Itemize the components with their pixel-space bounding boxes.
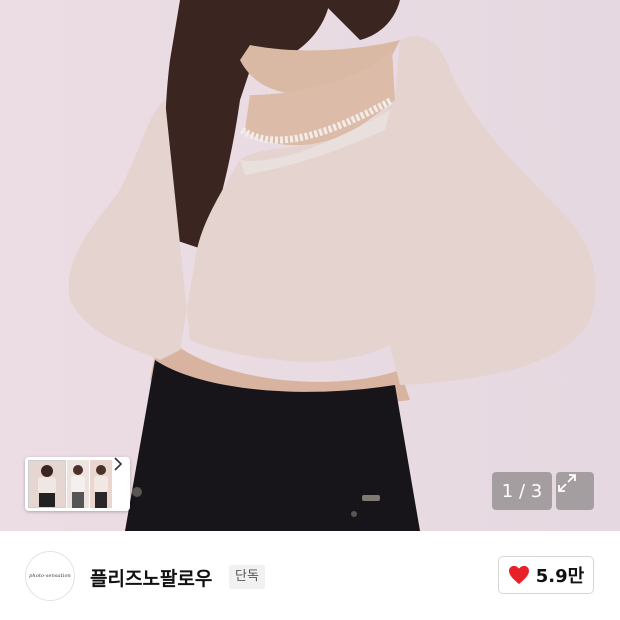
exclusive-badge: 단독 [229,565,265,589]
expand-button[interactable] [556,472,594,510]
store-info-bar: photo-sensation 플리즈노팔로우 단독 5.9만 [0,531,620,620]
thumbnail-2[interactable] [67,460,89,508]
image-counter-text: 1 / 3 [501,480,543,502]
store-logo[interactable]: photo-sensation [25,551,75,601]
product-photo [68,0,596,531]
store-logo-text: photo-sensation [29,573,71,579]
thumbnail-strip[interactable] [25,457,130,511]
image-counter: 1 / 3 [492,472,552,510]
heart-icon [508,565,529,585]
like-count: 5.9만 [535,566,585,587]
expand-icon [558,474,576,492]
product-image-gallery[interactable]: 1 / 3 [0,0,620,531]
store-name[interactable]: 플리즈노팔로우 [90,564,212,591]
chevron-right-icon[interactable] [113,457,130,511]
like-button[interactable]: 5.9만 [498,556,594,594]
thumbnail-3[interactable] [90,460,112,508]
thumbnail-1[interactable] [28,460,66,508]
